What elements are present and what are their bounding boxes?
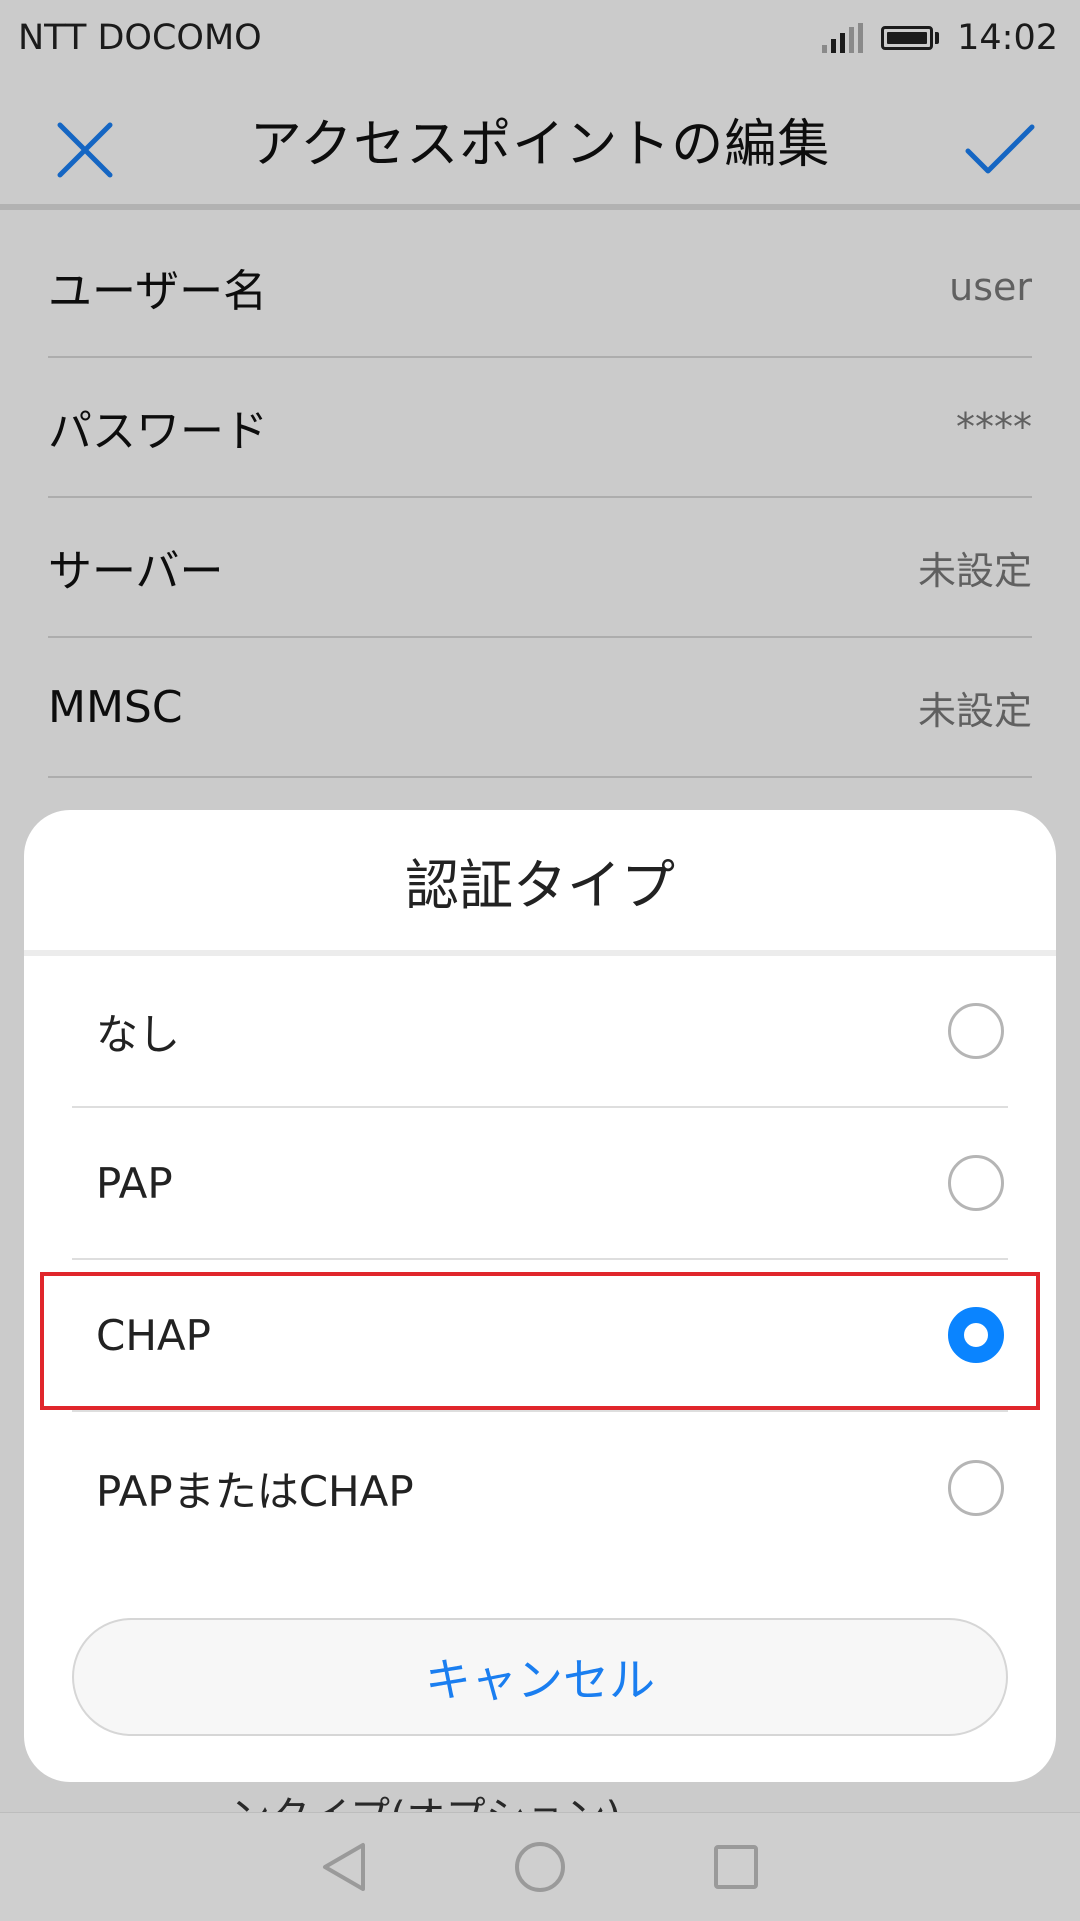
auth-options-list: なし PAP CHAP PAPまたはCHAP bbox=[24, 956, 1056, 1564]
recents-icon bbox=[714, 1845, 758, 1889]
option-label: PAPまたはCHAP bbox=[96, 1466, 414, 1516]
option-label: CHAP bbox=[96, 1310, 211, 1360]
option-pap[interactable]: PAP bbox=[72, 1108, 1008, 1260]
option-label: なし bbox=[96, 1009, 181, 1059]
home-button[interactable] bbox=[512, 1839, 568, 1895]
cancel-button[interactable]: キャンセル bbox=[72, 1618, 1008, 1736]
option-label: PAP bbox=[96, 1158, 173, 1208]
home-icon bbox=[515, 1842, 565, 1892]
radio-selected-icon[interactable] bbox=[948, 1307, 1004, 1363]
navigation-bar bbox=[0, 1812, 1080, 1921]
option-none[interactable]: なし bbox=[72, 956, 1008, 1108]
option-pap-or-chap[interactable]: PAPまたはCHAP bbox=[72, 1412, 1008, 1564]
recents-button[interactable] bbox=[708, 1839, 764, 1895]
back-icon bbox=[323, 1843, 365, 1891]
option-chap[interactable]: CHAP bbox=[72, 1260, 1008, 1412]
radio-unselected-icon[interactable] bbox=[948, 1003, 1004, 1059]
back-button[interactable] bbox=[316, 1839, 372, 1895]
auth-type-dialog: 認証タイプ なし PAP CHAP PAPまたはCHAP キャンセル bbox=[24, 810, 1056, 1782]
dialog-title: 認証タイプ bbox=[24, 810, 1056, 956]
radio-unselected-icon[interactable] bbox=[948, 1155, 1004, 1211]
radio-unselected-icon[interactable] bbox=[948, 1460, 1004, 1516]
